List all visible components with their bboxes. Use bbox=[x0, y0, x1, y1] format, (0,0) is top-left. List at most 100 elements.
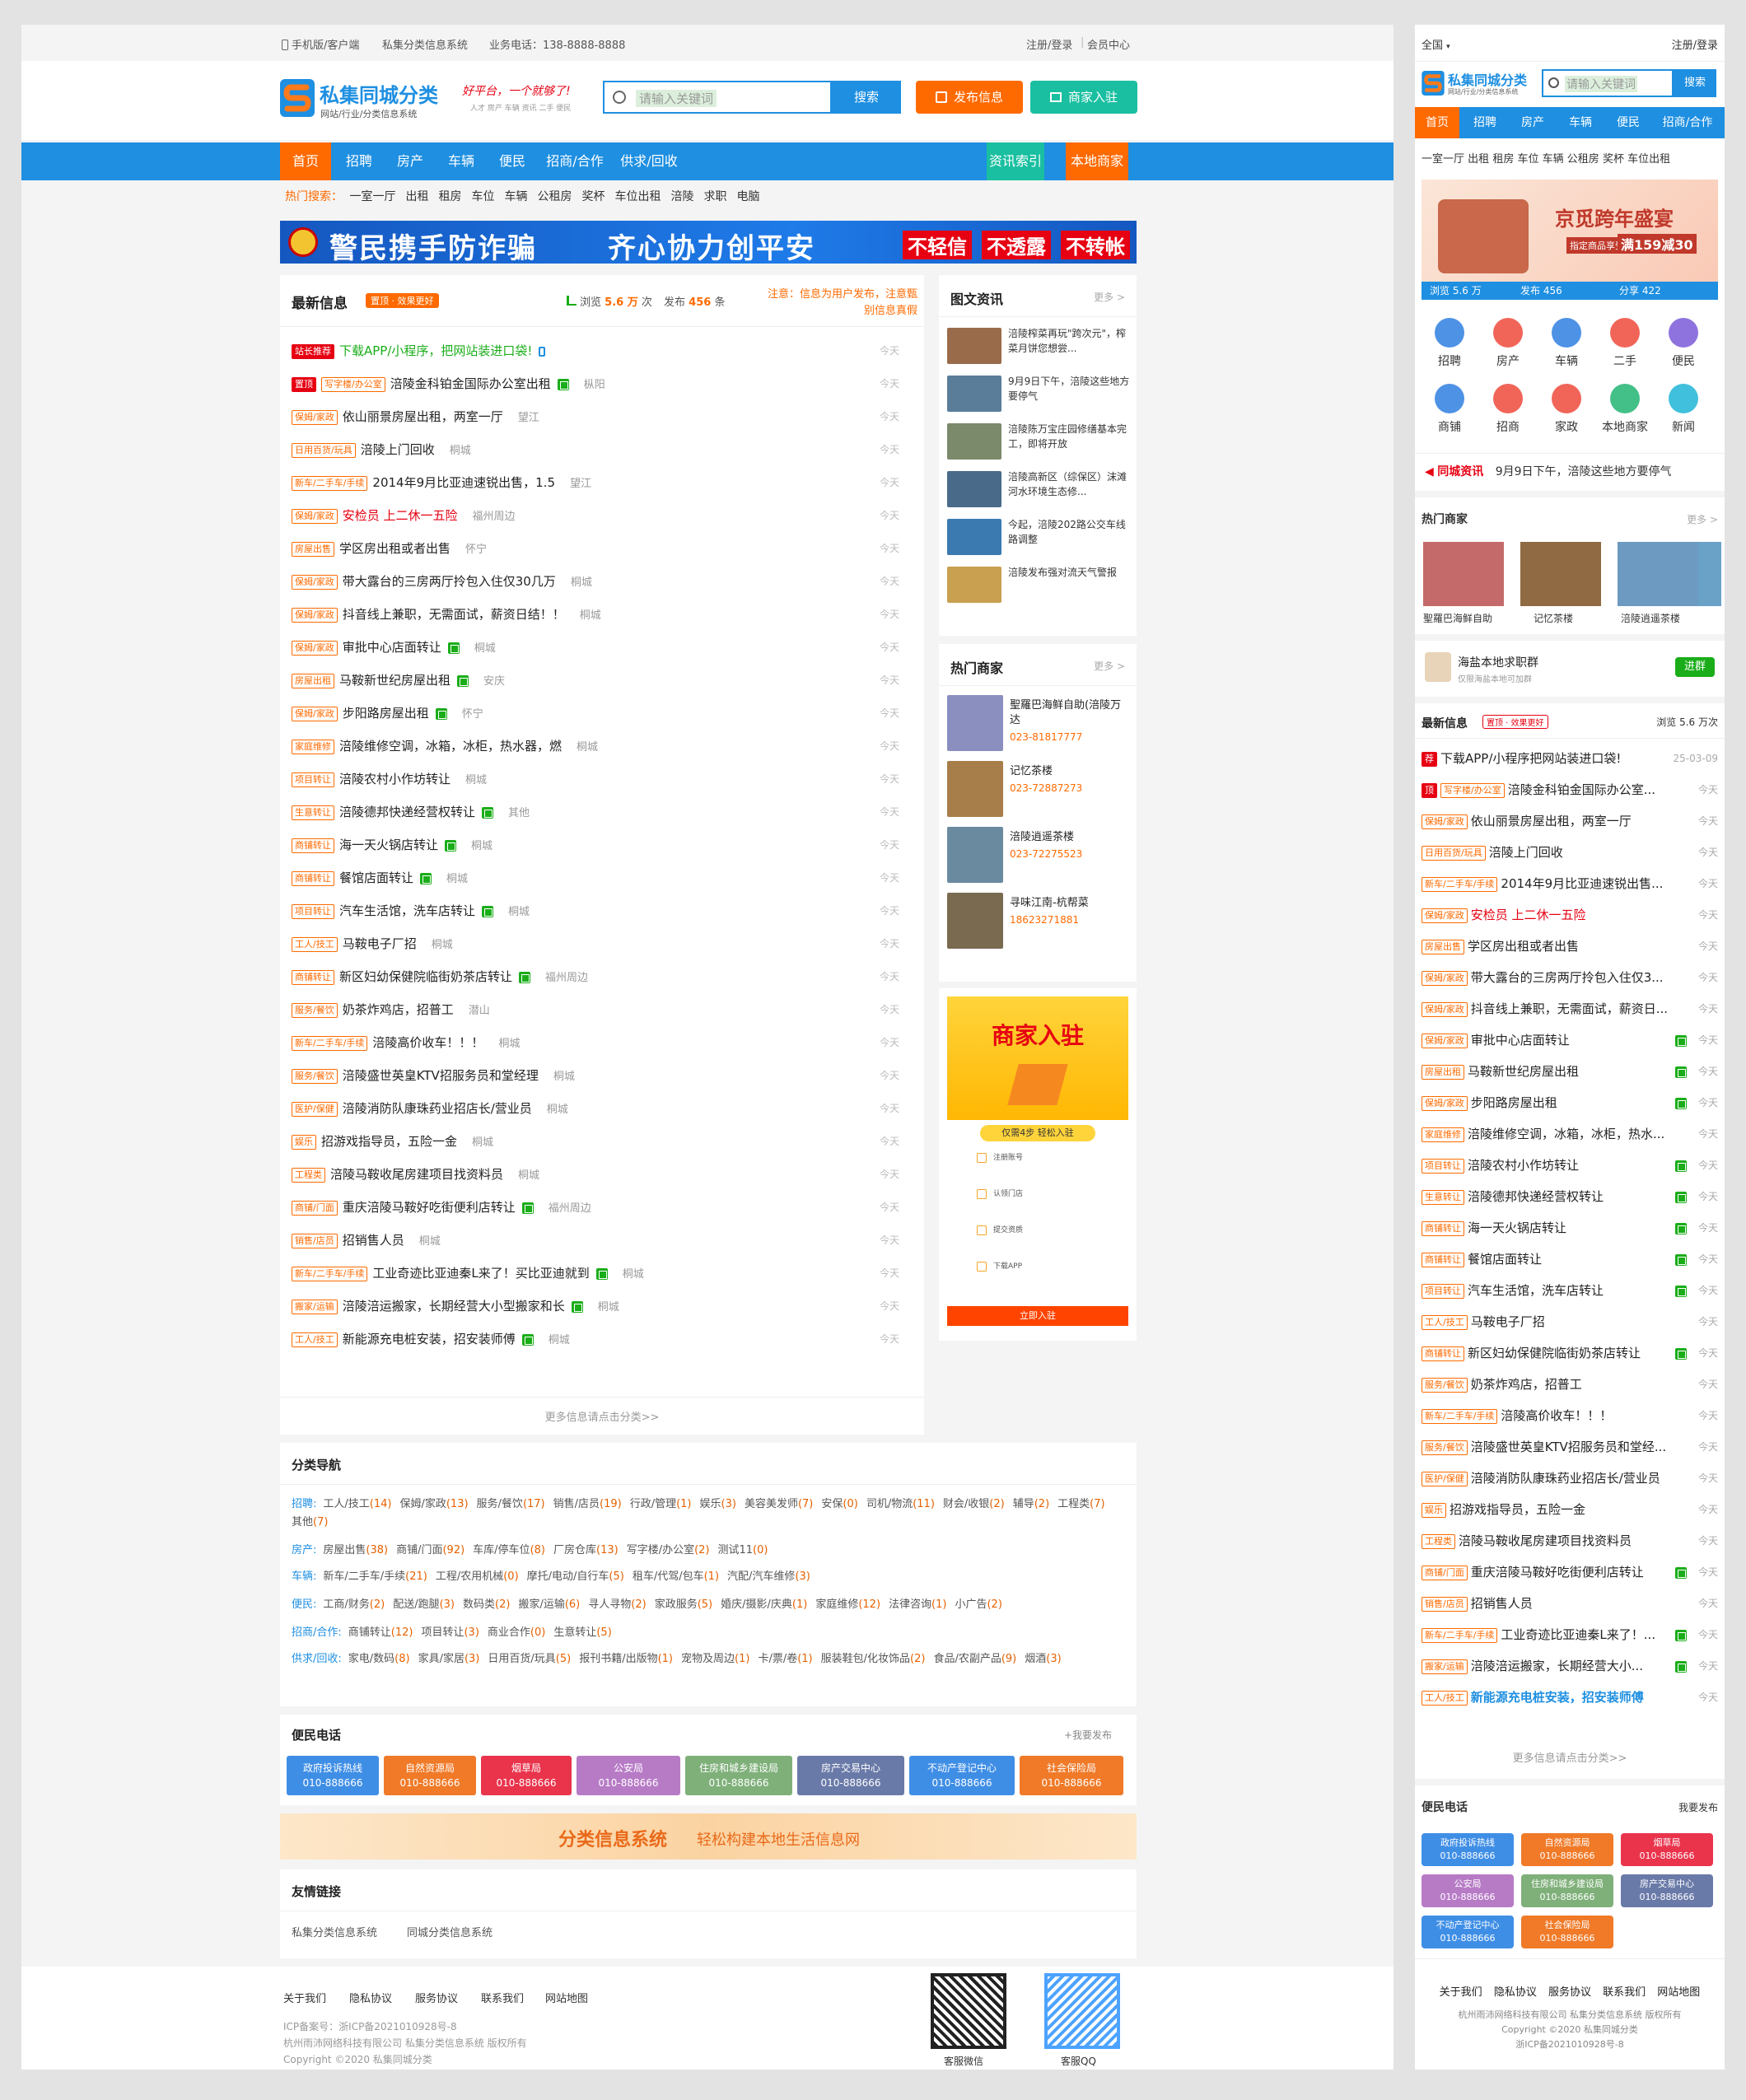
mobile-top-badge[interactable]: 置顶 · 效果更好 bbox=[1482, 715, 1548, 729]
category-link[interactable]: 娱乐(3) bbox=[700, 1498, 736, 1510]
category-tag[interactable]: 生意转让 bbox=[292, 805, 334, 820]
member-center-link[interactable]: 会员中心 bbox=[1087, 36, 1130, 52]
item-title[interactable]: 马鞍电子厂招 bbox=[343, 936, 417, 951]
category-tag[interactable]: 写字楼/办公室 bbox=[1440, 782, 1505, 798]
category-icon-button[interactable]: 新闻 bbox=[1664, 384, 1703, 435]
phone-button[interactable]: 自然资源局 010-888666 bbox=[384, 1756, 476, 1795]
category-tag[interactable]: 置顶 bbox=[292, 376, 316, 392]
category-tag[interactable]: 服务/餐饮 bbox=[1422, 1440, 1468, 1455]
list-item[interactable]: 房屋出售 学区房出租或者出售 今天 bbox=[1422, 931, 1718, 962]
item-title[interactable]: 招游戏指导员，五险一金 bbox=[1450, 1502, 1585, 1517]
list-item[interactable]: 医护/保健 涪陵消防队康珠药业招店长/营业员 桐城 今天 bbox=[292, 1092, 914, 1125]
category-link[interactable]: 租车/代驾/包车(1) bbox=[633, 1570, 719, 1583]
category-tag[interactable]: 商铺转让 bbox=[1422, 1346, 1464, 1361]
mobile-search-input[interactable]: 请输入关键词 bbox=[1542, 69, 1674, 97]
mobile-logo-icon[interactable] bbox=[1422, 71, 1445, 96]
item-title[interactable]: 马鞍新世纪房屋出租 bbox=[1468, 1064, 1579, 1079]
system-banner[interactable]: 分类信息系统 轻松构建本地生活信息网 bbox=[280, 1813, 1137, 1860]
hot-word[interactable]: 求职 bbox=[703, 190, 726, 203]
nav-supply[interactable]: 供求/回收 bbox=[614, 142, 684, 180]
item-title[interactable]: 重庆涪陵马鞍好吃街便利店转让 bbox=[1471, 1565, 1644, 1580]
item-title[interactable]: 抖音线上兼职，无需面试，薪资日结！！ bbox=[343, 607, 565, 622]
hot-word[interactable]: 电脑 bbox=[736, 190, 759, 203]
category-tag[interactable]: 家庭维修 bbox=[292, 739, 334, 754]
category-link[interactable]: 美容美发师(7) bbox=[745, 1498, 813, 1510]
footer-link[interactable]: 服务协议 bbox=[415, 1990, 458, 2005]
phone-button[interactable]: 社会保险局 010-888666 bbox=[1020, 1756, 1123, 1795]
category-tag[interactable]: 娱乐 bbox=[1422, 1502, 1446, 1518]
item-title[interactable]: 安检员 上二休一五险 bbox=[343, 508, 458, 523]
list-item[interactable]: 保姆/家政 审批中心店面转让 今天 bbox=[1422, 1024, 1718, 1056]
category-tag[interactable]: 日用百货/玩具 bbox=[292, 442, 356, 458]
hot-word[interactable]: 租房 bbox=[438, 190, 461, 203]
category-link[interactable]: 厂房仓库(13) bbox=[553, 1544, 619, 1556]
item-title[interactable]: 涪陵马鞍收尾房建项目找资料员 bbox=[330, 1167, 503, 1182]
category-link[interactable]: 司机/物流(11) bbox=[866, 1498, 935, 1510]
phone-post-link[interactable]: +我要发布 bbox=[1064, 1728, 1112, 1742]
mobile-nav-item[interactable]: 招聘 bbox=[1463, 107, 1507, 138]
category-link[interactable]: 寻人寻物(2) bbox=[588, 1598, 646, 1611]
category-tag[interactable]: 工程类 bbox=[292, 1167, 325, 1183]
category-link[interactable]: 安保(0) bbox=[821, 1498, 857, 1510]
item-title[interactable]: 学区房出租或者出售 bbox=[339, 541, 451, 556]
item-title[interactable]: 审批中心店面转让 bbox=[343, 640, 441, 655]
list-item[interactable]: 工程类 涪陵马鞍收尾房建项目找资料员 今天 bbox=[1422, 1525, 1718, 1556]
phone-button[interactable]: 公安局 010-888666 bbox=[1422, 1874, 1514, 1907]
item-title[interactable]: 带大露台的三房两厅拎包入住仅3... bbox=[1471, 970, 1664, 985]
footer-link[interactable]: 隐私协议 bbox=[1494, 1986, 1537, 1999]
list-item[interactable]: 保姆/家政 抖音线上兼职，无需面试，薪资日结！！ 桐城 今天 bbox=[292, 598, 914, 631]
category-icon-button[interactable]: 房产 bbox=[1488, 318, 1528, 369]
category-label[interactable]: 招商/合作: bbox=[292, 1626, 342, 1639]
category-link[interactable]: 摩托/电动/自行车(5) bbox=[527, 1570, 624, 1583]
category-tag[interactable]: 保姆/家政 bbox=[1422, 1033, 1468, 1048]
news-item[interactable]: 涪陵发布强对流天气警报 bbox=[947, 565, 1132, 606]
list-item[interactable]: 商铺转让 新区妇幼保健院临街奶茶店转让 今天 bbox=[1422, 1337, 1718, 1369]
list-item[interactable]: 生意转让 涪陵德邦快递经营权转让 今天 bbox=[1422, 1181, 1718, 1212]
list-item[interactable]: 房屋出租 马鞍新世纪房屋出租 安庆 今天 bbox=[292, 664, 914, 697]
category-link[interactable]: 婚庆/摄影/庆典(1) bbox=[721, 1598, 807, 1611]
category-label[interactable]: 房产: bbox=[292, 1544, 316, 1556]
list-item[interactable]: 搬家/运输 涪陵涪运搬家，长期经营大小型搬家和长 桐城 今天 bbox=[292, 1290, 914, 1323]
list-item[interactable]: 搬家/运输 涪陵涪运搬家，长期经营大小... 今天 bbox=[1422, 1650, 1718, 1682]
list-item[interactable]: 服务/餐饮 奶茶炸鸡店，招普工 潜山 今天 bbox=[292, 993, 914, 1026]
category-link[interactable]: 工程类(7) bbox=[1057, 1498, 1104, 1510]
mobile-nav-item[interactable]: 便民 bbox=[1606, 107, 1650, 138]
list-item[interactable]: 工人/技工 新能源充电桩安装，招安装师傅 桐城 今天 bbox=[292, 1323, 914, 1356]
nav-house[interactable]: 房产 bbox=[387, 142, 433, 180]
category-link[interactable]: 家具/家居(3) bbox=[418, 1653, 480, 1665]
category-tag[interactable]: 商铺/门面 bbox=[1422, 1565, 1468, 1580]
item-title[interactable]: 涪陵高价收车！！！ bbox=[372, 1035, 483, 1050]
list-item[interactable]: 项目转让 汽车生活馆，洗车店转让 桐城 今天 bbox=[292, 894, 914, 927]
category-tag[interactable]: 项目转让 bbox=[1422, 1283, 1464, 1299]
biz-name[interactable]: 涪陵逍遥茶楼 bbox=[1010, 830, 1132, 845]
category-tag[interactable]: 医护/保健 bbox=[292, 1101, 338, 1117]
category-tag[interactable]: 医护/保健 bbox=[1422, 1471, 1468, 1486]
item-title[interactable]: 餐馆店面转让 bbox=[339, 870, 413, 885]
item-title[interactable]: 涪陵农村小作坊转让 bbox=[1468, 1158, 1579, 1173]
category-icon-button[interactable]: 家政 bbox=[1547, 384, 1586, 435]
list-item[interactable]: 新车/二手车/手续 涪陵高价收车！！！ 桐城 今天 bbox=[292, 1026, 914, 1059]
list-item[interactable]: 保姆/家政 依山丽景房屋出租，两室一厅 望江 今天 bbox=[292, 400, 914, 433]
category-tag[interactable]: 房屋出租 bbox=[1422, 1064, 1464, 1080]
category-link[interactable]: 新车/二手车/手续(21) bbox=[323, 1570, 427, 1583]
category-tag[interactable]: 保姆/家政 bbox=[1422, 1001, 1468, 1017]
site-link[interactable]: 私集分类信息系统 bbox=[382, 36, 468, 52]
list-item[interactable]: 家庭维修 涪陵维修空调，冰箱，冰柜，热水... 今天 bbox=[1422, 1118, 1718, 1150]
news-item[interactable]: 今起，涪陵202路公交车线路调整 bbox=[947, 517, 1132, 558]
category-tag[interactable]: 房屋出售 bbox=[292, 541, 334, 557]
category-tag[interactable]: 项目转让 bbox=[292, 903, 334, 919]
category-tag[interactable]: 项目转让 bbox=[1422, 1158, 1464, 1174]
item-title[interactable]: 步阳路房屋出租 bbox=[343, 706, 429, 721]
list-item[interactable]: 商铺转让 海一天火锅店转让 桐城 今天 bbox=[292, 828, 914, 861]
footer-link[interactable]: 关于我们 bbox=[283, 1990, 326, 2005]
item-title[interactable]: 学区房出租或者出售 bbox=[1468, 939, 1579, 954]
item-title[interactable]: 2014年9月比亚迪速锐出售... bbox=[1501, 876, 1663, 891]
list-item[interactable]: 服务/餐饮 奶茶炸鸡店，招普工 今天 bbox=[1422, 1369, 1718, 1400]
friend-link[interactable]: 私集分类信息系统 bbox=[292, 1924, 377, 1939]
phone-button[interactable]: 公安局 010-888666 bbox=[577, 1756, 680, 1795]
phone-button[interactable]: 政府投诉热线 010-888666 bbox=[287, 1756, 379, 1795]
item-title[interactable]: 安检员 上二休一五险 bbox=[1471, 908, 1586, 922]
category-tag[interactable]: 销售/店员 bbox=[1422, 1596, 1468, 1612]
category-tag[interactable]: 保姆/家政 bbox=[292, 607, 338, 623]
category-tag[interactable]: 新车/二手车/手续 bbox=[292, 475, 368, 491]
